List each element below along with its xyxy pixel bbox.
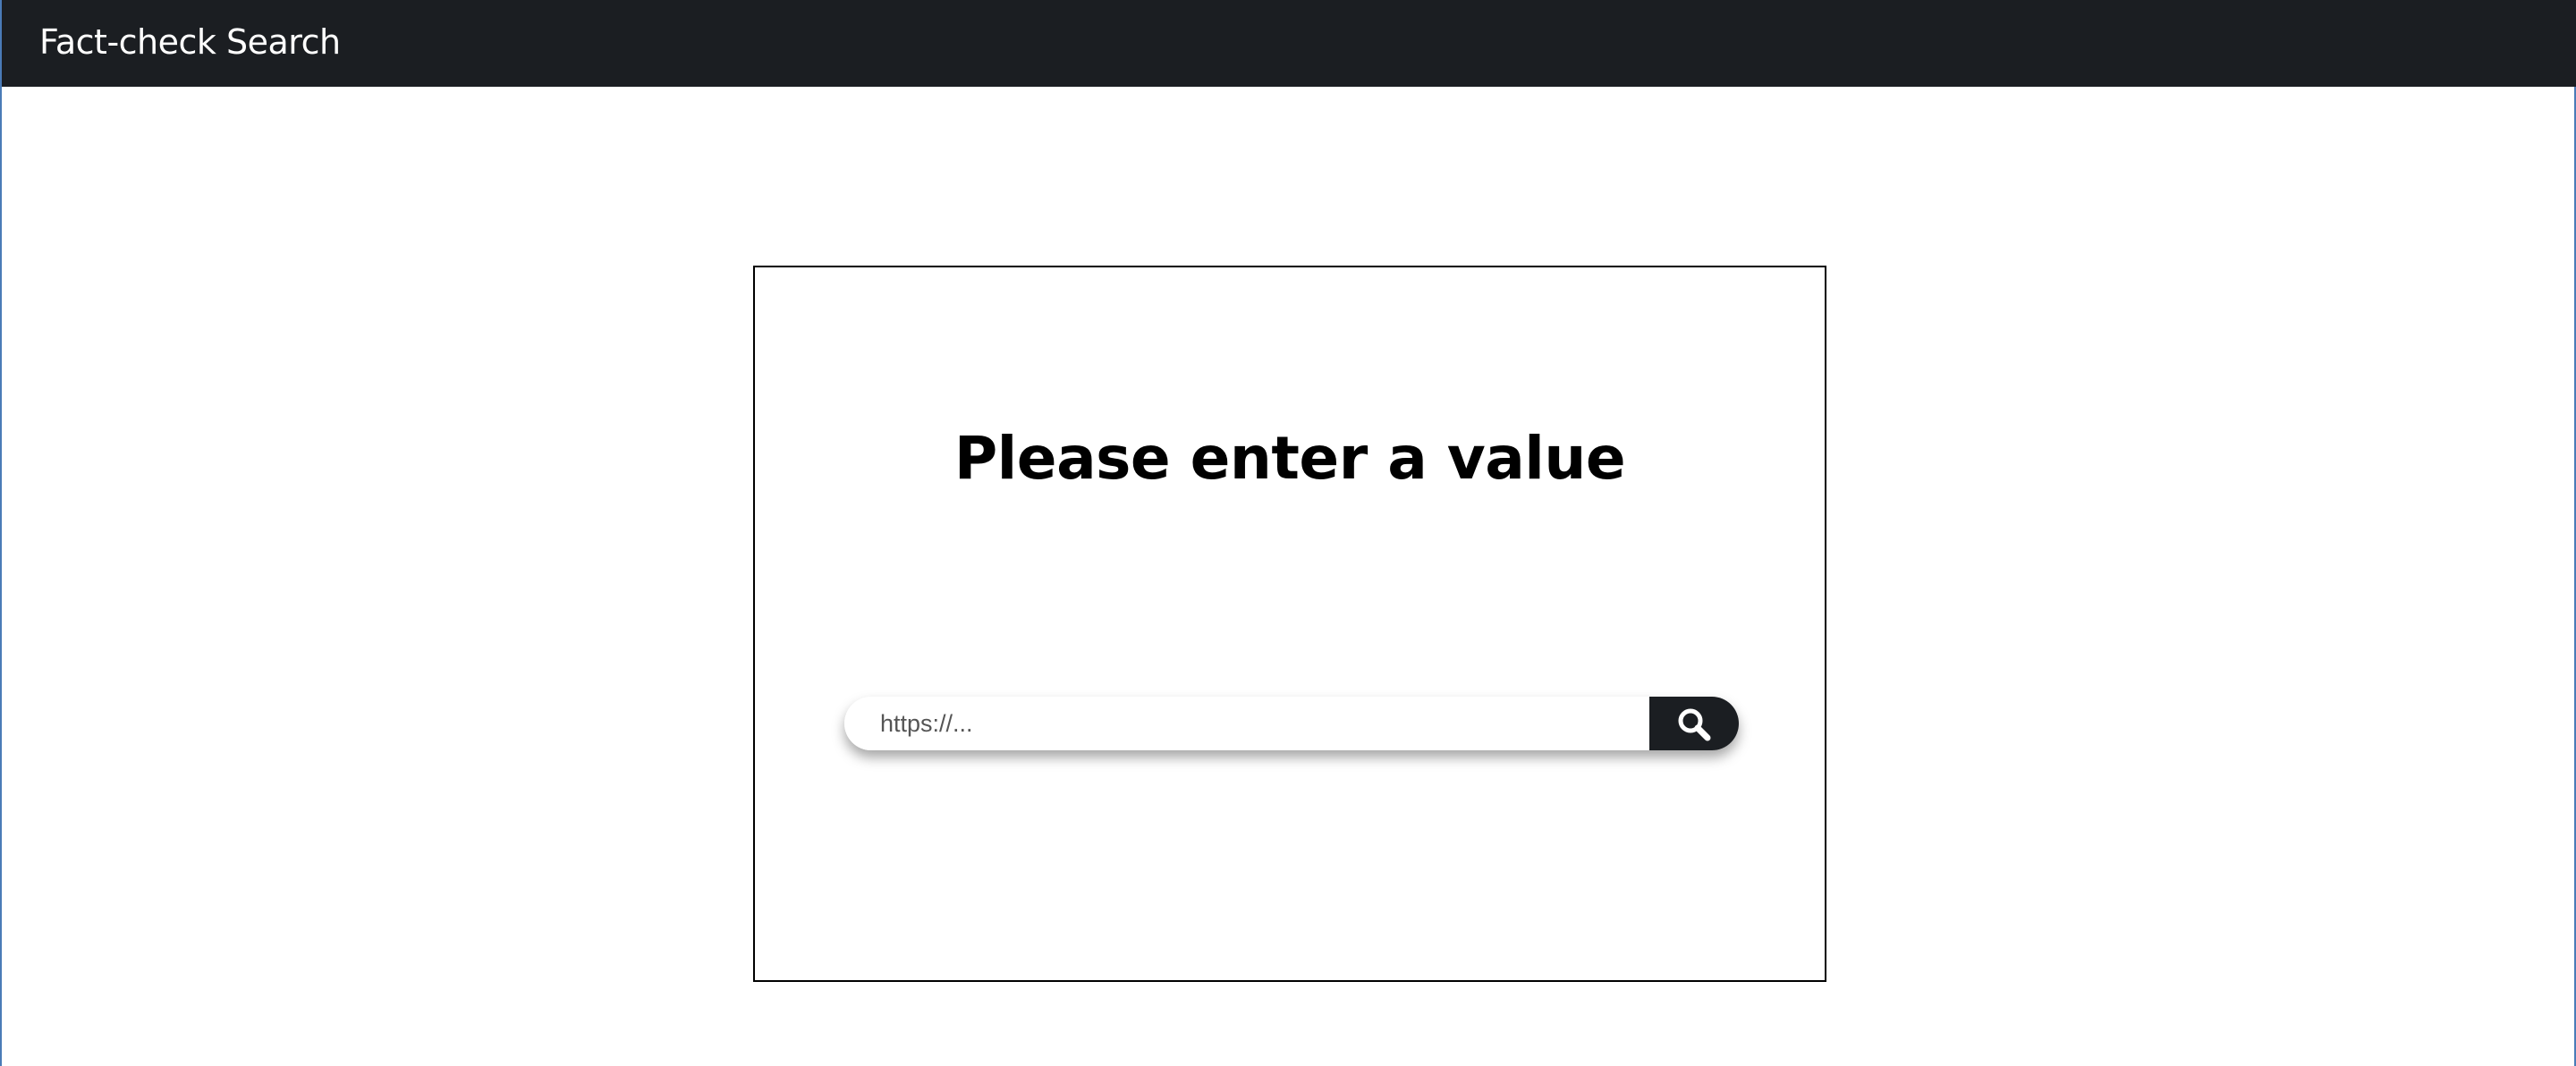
search-icon (1678, 708, 1711, 741)
search-bar (844, 697, 1739, 750)
search-input[interactable] (844, 697, 1649, 750)
page-title: Please enter a value (953, 424, 1626, 494)
search-card: Please enter a value (753, 266, 1826, 982)
navbar: Fact-check Search (2, 0, 2576, 87)
navbar-brand[interactable]: Fact-check Search (39, 20, 341, 64)
search-button[interactable] (1649, 697, 1739, 750)
app-window: Fact-check Search Please enter a value (0, 0, 2576, 1066)
